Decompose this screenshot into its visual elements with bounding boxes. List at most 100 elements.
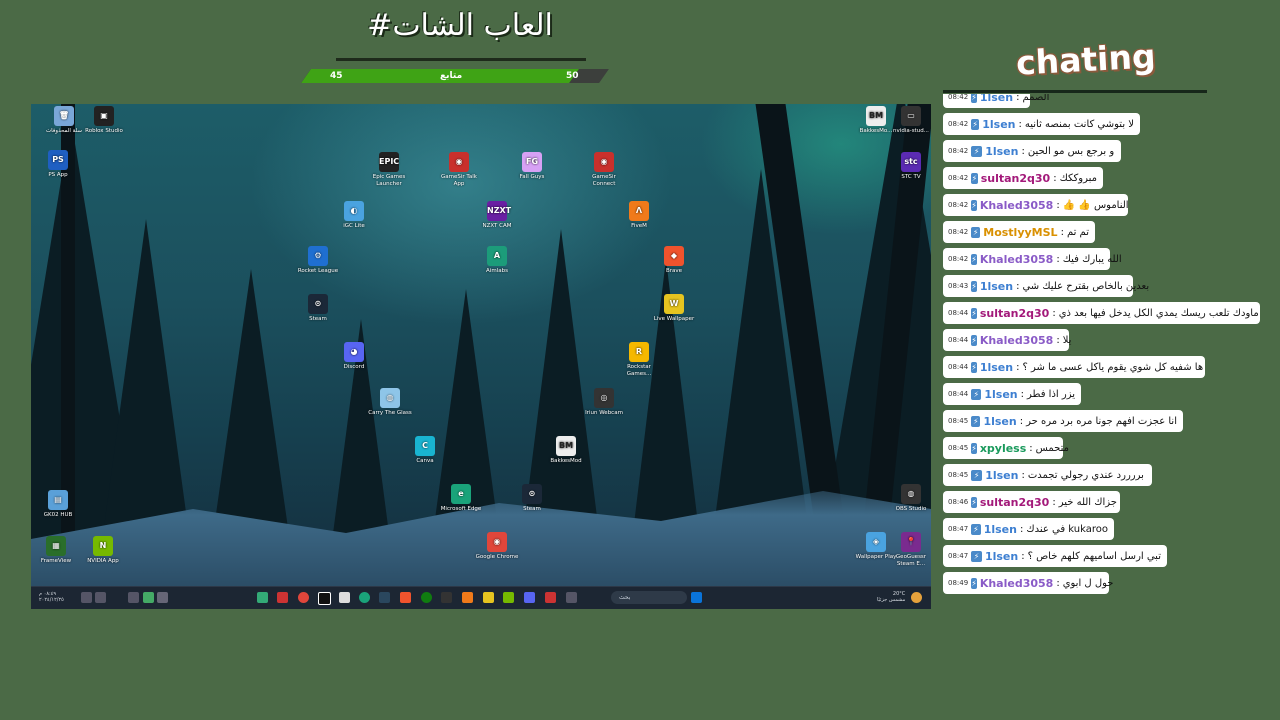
desktop-icon-gamesir-connect[interactable]: ◉ GameSir Connect: [581, 152, 627, 188]
desktop-icon-nzxt-cam[interactable]: NZXT NZXT CAM: [474, 201, 520, 230]
desktop-icon-discord[interactable]: ◕ Discord: [331, 342, 377, 371]
xbox-app-icon[interactable]: [421, 592, 432, 603]
desktop-icon-label: FrameView: [40, 558, 72, 564]
platform-badge-icon: ⚡: [971, 496, 977, 508]
steam-icon[interactable]: [379, 592, 390, 603]
chat-message: 08:42 ⚡ sultan2q30: مبروككك: [943, 167, 1103, 189]
desktop-icon-label: Microsoft Edge: [440, 506, 482, 512]
chat-username: 1lsen: [984, 387, 1018, 401]
desktop-icon-igc-lite[interactable]: ◐ iGC Lite: [331, 201, 377, 230]
chat-separator: :: [1060, 226, 1064, 238]
desktop-icon-label: NZXT CAM: [482, 223, 512, 229]
desktop-icon-frameview[interactable]: ▦ FrameView: [33, 536, 79, 565]
task-view-icon[interactable]: [566, 592, 577, 603]
chat-timestamp: 08:49: [948, 579, 969, 587]
chat-logo: chating: [1015, 36, 1157, 83]
platform-badge-icon: ⚡: [971, 469, 983, 481]
desktop-icon-label: Rocket League: [297, 268, 339, 274]
taskbar-clock[interactable]: ٠٨:٤٩ م ٢٠٢٤/١٢/٢٥: [39, 591, 64, 603]
chat-message: 08:46 ⚡ sultan2q30: جزاك الله خير: [943, 491, 1120, 513]
calendar-icon[interactable]: [339, 592, 350, 603]
obs-recording-icon[interactable]: [545, 592, 556, 603]
platform-badge-icon: ⚡: [971, 388, 982, 400]
desktop-icon-steam[interactable]: ⊙ Steam: [295, 294, 341, 323]
desktop-icon-label: Roblox Studio: [85, 128, 123, 134]
chat-text: الله يبارك فيك: [1062, 253, 1122, 265]
desktop-icon-label: GameSir Talk App: [441, 174, 477, 187]
chat-timestamp: 08:42: [948, 147, 969, 155]
desktop-icon-canva[interactable]: C Canva: [402, 436, 448, 465]
chat-username: sultan2q30: [980, 171, 1051, 185]
playstation-icon[interactable]: [441, 592, 452, 603]
chat-text: بررررد عندي رجولي تجمدت: [1027, 469, 1144, 481]
app-icon: ◕: [344, 342, 364, 362]
chat-text: انا عجزت افهم جونا مره برد مره حر: [1026, 415, 1177, 427]
chat-timestamp: 08:44: [948, 390, 969, 398]
desktop-icon-bakkesmod[interactable]: BM BakkesMod: [543, 436, 589, 465]
discord-icon[interactable]: [524, 592, 535, 603]
chat-username: Khaled3058: [979, 333, 1054, 347]
chat-separator: :: [1056, 577, 1060, 589]
fivem-icon[interactable]: [462, 592, 473, 603]
desktop-icon-fall-guys[interactable]: FG Fall Guys: [509, 152, 555, 181]
desktop-icon-stc-tv[interactable]: stc STC TV: [888, 152, 931, 181]
volume-icon[interactable]: [81, 592, 92, 603]
desktop-icon-nvidia-app[interactable]: N NVIDIA App: [80, 536, 126, 565]
app-icon: FG: [522, 152, 542, 172]
windows-start-icon[interactable]: [691, 592, 702, 603]
tiktok-icon[interactable]: [318, 592, 331, 605]
app-icon: N: [93, 536, 113, 556]
app-icon: e: [451, 484, 471, 504]
gamesir-icon[interactable]: [277, 592, 288, 603]
chat-text: ها شفيه كل شوي يقوم ياكل عسى ما شر ؟: [1022, 361, 1204, 373]
file-explorer-icon[interactable]: [483, 592, 494, 603]
desktop-icon-label: Iriun Webcam: [585, 410, 623, 416]
desktop-icon-iriun-webcam[interactable]: ◎ Iriun Webcam: [581, 388, 627, 417]
chat-text: لا بتوشي كانت بمنصه ثانيه: [1024, 118, 1134, 130]
desktop-icon-geoguessr-steam-e[interactable]: 📍 GeoGuessr Steam E...: [888, 532, 931, 568]
desktop-icon-brave[interactable]: ◆ Brave: [651, 246, 697, 275]
chat-separator: :: [1056, 199, 1060, 211]
desktop-icon-roblox-studio[interactable]: ▣ Roblox Studio: [81, 106, 127, 135]
chat-text: مبروككك: [1059, 172, 1097, 184]
desktop-icon-rockstar-games[interactable]: R Rockstar Games...: [616, 342, 662, 378]
microphone-icon[interactable]: [128, 592, 139, 603]
chat-message-list: 08:42 ⚡ 1lsen: الصمم 08:42 ⚡ 1lsen: لا بتوشي كا…: [943, 94, 1280, 604]
desktop-icon-carry-the-glass[interactable]: ◍ Carry The Glass: [367, 388, 413, 417]
tray-app-icon[interactable]: [143, 592, 154, 603]
desktop-icon-fivem[interactable]: Λ FiveM: [616, 201, 662, 230]
network-icon[interactable]: [95, 592, 106, 603]
desktop-icon-steam[interactable]: ⊙ Steam: [509, 484, 555, 513]
app-icon: ◍: [901, 484, 921, 504]
chat-timestamp: 08:42: [948, 255, 969, 263]
desktop-icon-aimlabs[interactable]: A Aimlabs: [474, 246, 520, 275]
chat-message: 08:44 ⚡ Khaled3058: يلا: [943, 329, 1071, 351]
chat-text: الصمم: [1022, 94, 1050, 103]
chat-text: بعدين بالخاص بقترح عليك شي: [1022, 280, 1150, 292]
chevron-up-icon[interactable]: [157, 592, 168, 603]
chat-timestamp: 08:42: [948, 201, 969, 209]
chat-message: 08:42 ⚡ 1lsen: الصمم: [943, 94, 1049, 108]
desktop-icon-microsoft-edge[interactable]: e Microsoft Edge: [438, 484, 484, 513]
desktop-icon-gk02-hub[interactable]: ▤ GK02 HUB: [35, 490, 81, 519]
brave-icon[interactable]: [400, 592, 411, 603]
desktop-icon-epic-games-launcher[interactable]: EPIC Epic Games Launcher: [366, 152, 412, 188]
platform-badge-icon: ⚡: [971, 226, 981, 238]
desktop-icon-live-wallpaper[interactable]: W Live Wallpaper: [651, 294, 697, 323]
weather-widget[interactable]: 20°C مشمس جزئيًا: [877, 591, 905, 603]
taskbar-clock-date: ٢٠٢٤/١٢/٢٥: [39, 597, 64, 603]
desktop-icon-label: Live Wallpaper: [653, 316, 695, 322]
desktop-icon-rocket-league[interactable]: ⚙ Rocket League: [295, 246, 341, 275]
xbox-icon[interactable]: [257, 592, 268, 603]
edge-icon[interactable]: [359, 592, 370, 603]
desktop-icon-obs-studio[interactable]: ◍ OBS Studio: [888, 484, 931, 513]
chat-separator: :: [1029, 442, 1033, 454]
desktop-icon-nvidia-stud[interactable]: ▭ nvidia-stud...: [888, 106, 931, 135]
desktop-icon-gamesir-talk-app[interactable]: ◉ GameSir Talk App: [436, 152, 482, 188]
taskbar-search[interactable]: بحث: [611, 591, 687, 604]
desktop-icon-ps-app[interactable]: PS PS App: [35, 150, 81, 179]
app-icon: ◉: [487, 532, 507, 552]
nvidia-icon[interactable]: [503, 592, 514, 603]
chrome-icon[interactable]: [298, 592, 309, 603]
desktop-icon-google-chrome[interactable]: ◉ Google Chrome: [474, 532, 520, 561]
